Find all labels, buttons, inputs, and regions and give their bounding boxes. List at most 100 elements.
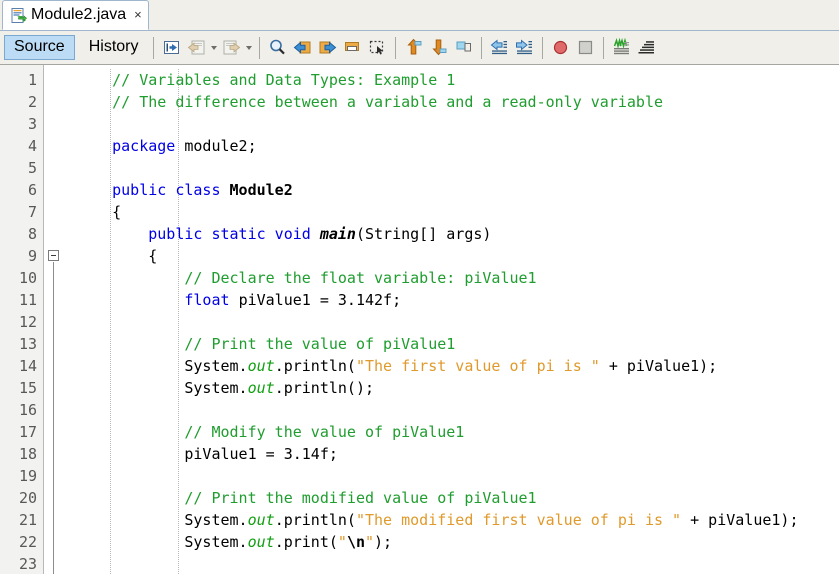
code-line[interactable]: System.out.print("\n"); bbox=[66, 531, 839, 553]
line-number: 13 bbox=[18, 335, 37, 353]
code-line[interactable] bbox=[66, 311, 839, 333]
find-previous-button[interactable] bbox=[290, 35, 315, 60]
next-bookmark-button[interactable] bbox=[426, 35, 451, 60]
editor-toolbar: Source History bbox=[0, 31, 839, 65]
record-macro-icon bbox=[554, 40, 568, 55]
file-tab-strip: Module2.java × bbox=[0, 0, 839, 31]
tab-source[interactable]: Source bbox=[4, 35, 75, 60]
code-token-plain: System. bbox=[76, 511, 248, 529]
code-line[interactable]: { bbox=[66, 201, 839, 223]
code-line[interactable] bbox=[66, 553, 839, 574]
java-file-icon bbox=[10, 7, 27, 24]
last-edit-position-button[interactable] bbox=[159, 35, 184, 60]
code-line[interactable]: System.out.println(); bbox=[66, 377, 839, 399]
code-line[interactable]: System.out.println("The modified first v… bbox=[66, 509, 839, 531]
code-line[interactable]: float piValue1 = 3.142f; bbox=[66, 289, 839, 311]
toolbar-separator bbox=[153, 36, 155, 59]
forward-button[interactable] bbox=[219, 35, 244, 60]
line-number: 21 bbox=[18, 511, 37, 529]
tab-history[interactable]: History bbox=[79, 35, 149, 60]
highlight-search-icon bbox=[345, 42, 360, 51]
toggle-rectangular-selection-button[interactable] bbox=[365, 35, 390, 60]
tab-source-label: Source bbox=[14, 38, 65, 55]
code-line[interactable]: piValue1 = 3.14f; bbox=[66, 443, 839, 465]
line-number: 18 bbox=[18, 445, 37, 463]
code-text-area[interactable]: // Variables and Data Types: Example 1 /… bbox=[66, 65, 839, 574]
code-line[interactable]: // The difference between a variable and… bbox=[66, 91, 839, 113]
stop-macro-recording-button[interactable] bbox=[573, 35, 598, 60]
file-tab-module2-java[interactable]: Module2.java × bbox=[2, 0, 149, 30]
code-line[interactable]: // Variables and Data Types: Example 1 bbox=[66, 69, 839, 91]
shift-right-button[interactable] bbox=[512, 35, 537, 60]
fold-collapse-icon[interactable] bbox=[48, 250, 59, 261]
code-token-plain: .println( bbox=[274, 511, 356, 529]
start-macro-recording-button[interactable] bbox=[548, 35, 573, 60]
code-token-esc: \n bbox=[346, 533, 365, 551]
last-edit-icon bbox=[164, 41, 180, 54]
code-token-plain: { bbox=[76, 247, 158, 265]
tab-history-label: History bbox=[88, 38, 139, 55]
forward-arrow-icon bbox=[223, 40, 241, 55]
toggle-highlight-button[interactable] bbox=[340, 35, 365, 60]
code-token-kw: package bbox=[76, 137, 185, 155]
chevron-down-icon bbox=[246, 45, 253, 50]
line-number: 11 bbox=[18, 291, 37, 309]
line-number: 3 bbox=[27, 115, 37, 133]
code-line[interactable] bbox=[66, 113, 839, 135]
code-line[interactable]: System.out.println("The first value of p… bbox=[66, 355, 839, 377]
code-line[interactable]: // Modify the value of piValue1 bbox=[66, 421, 839, 443]
code-line[interactable]: public class Module2 bbox=[66, 179, 839, 201]
code-lines: // Variables and Data Types: Example 1 /… bbox=[66, 69, 839, 574]
code-token-str: "The modified first value of pi is " bbox=[355, 511, 682, 529]
format-code-icon bbox=[638, 41, 655, 54]
code-token-plain: .print( bbox=[274, 533, 338, 551]
code-token-plain: (String[] args) bbox=[355, 225, 492, 243]
line-number: 16 bbox=[18, 401, 37, 419]
toolbar-separator bbox=[603, 36, 605, 59]
find-next-icon bbox=[319, 41, 337, 54]
close-icon[interactable]: × bbox=[134, 8, 142, 23]
code-token-fld: out bbox=[247, 533, 275, 551]
code-line[interactable]: public static void main(String[] args) bbox=[66, 223, 839, 245]
chevron-down-icon bbox=[211, 45, 218, 50]
code-token-cmt: // Print the modified value of piValue1 bbox=[76, 489, 537, 507]
line-number: 14 bbox=[18, 357, 37, 375]
shift-left-button[interactable] bbox=[487, 35, 512, 60]
toolbar-separator bbox=[542, 36, 544, 59]
code-line[interactable]: // Print the modified value of piValue1 bbox=[66, 487, 839, 509]
code-line[interactable] bbox=[66, 465, 839, 487]
code-token-cls: Module2 bbox=[229, 181, 293, 199]
code-token-str: "The first value of pi is " bbox=[355, 357, 600, 375]
code-token-fld: out bbox=[247, 379, 275, 397]
code-token-plain: System. bbox=[76, 533, 248, 551]
code-token-plain: ); bbox=[374, 533, 393, 551]
line-number: 9 bbox=[27, 247, 37, 265]
code-line[interactable] bbox=[66, 399, 839, 421]
back-arrow-icon bbox=[188, 40, 205, 55]
back-button[interactable] bbox=[184, 35, 209, 60]
toggle-bookmark-button[interactable] bbox=[451, 35, 476, 60]
code-token-plain: + piValue1); bbox=[599, 357, 718, 375]
back-dropdown-button[interactable] bbox=[209, 36, 219, 60]
code-line[interactable]: { bbox=[66, 245, 839, 267]
inspect-code-icon bbox=[614, 38, 630, 55]
code-line[interactable]: // Declare the float variable: piValue1 bbox=[66, 267, 839, 289]
code-token-plain: { bbox=[76, 203, 122, 221]
code-token-fld: out bbox=[247, 511, 275, 529]
find-selection-button[interactable] bbox=[265, 35, 290, 60]
find-next-button[interactable] bbox=[315, 35, 340, 60]
source-editor[interactable]: 1 2 3 4 5 6 7 8 9 10 11 12 13 14 15 16 17 18 19 20 21 22 23 //… bbox=[0, 65, 839, 574]
code-line[interactable]: package module2; bbox=[66, 135, 839, 157]
previous-bookmark-button[interactable] bbox=[401, 35, 426, 60]
forward-dropdown-button[interactable] bbox=[244, 36, 254, 60]
line-number: 8 bbox=[27, 225, 37, 243]
format-button[interactable] bbox=[634, 35, 659, 60]
line-number: 23 bbox=[18, 555, 37, 573]
inspect-button[interactable] bbox=[609, 35, 634, 60]
code-fold-bar[interactable] bbox=[44, 65, 66, 574]
code-line[interactable] bbox=[66, 157, 839, 179]
code-token-cmt: // Declare the float variable: piValue1 bbox=[76, 269, 537, 287]
code-line[interactable]: // Print the value of piValue1 bbox=[66, 333, 839, 355]
line-number: 20 bbox=[18, 489, 37, 507]
line-number: 1 bbox=[27, 71, 37, 89]
